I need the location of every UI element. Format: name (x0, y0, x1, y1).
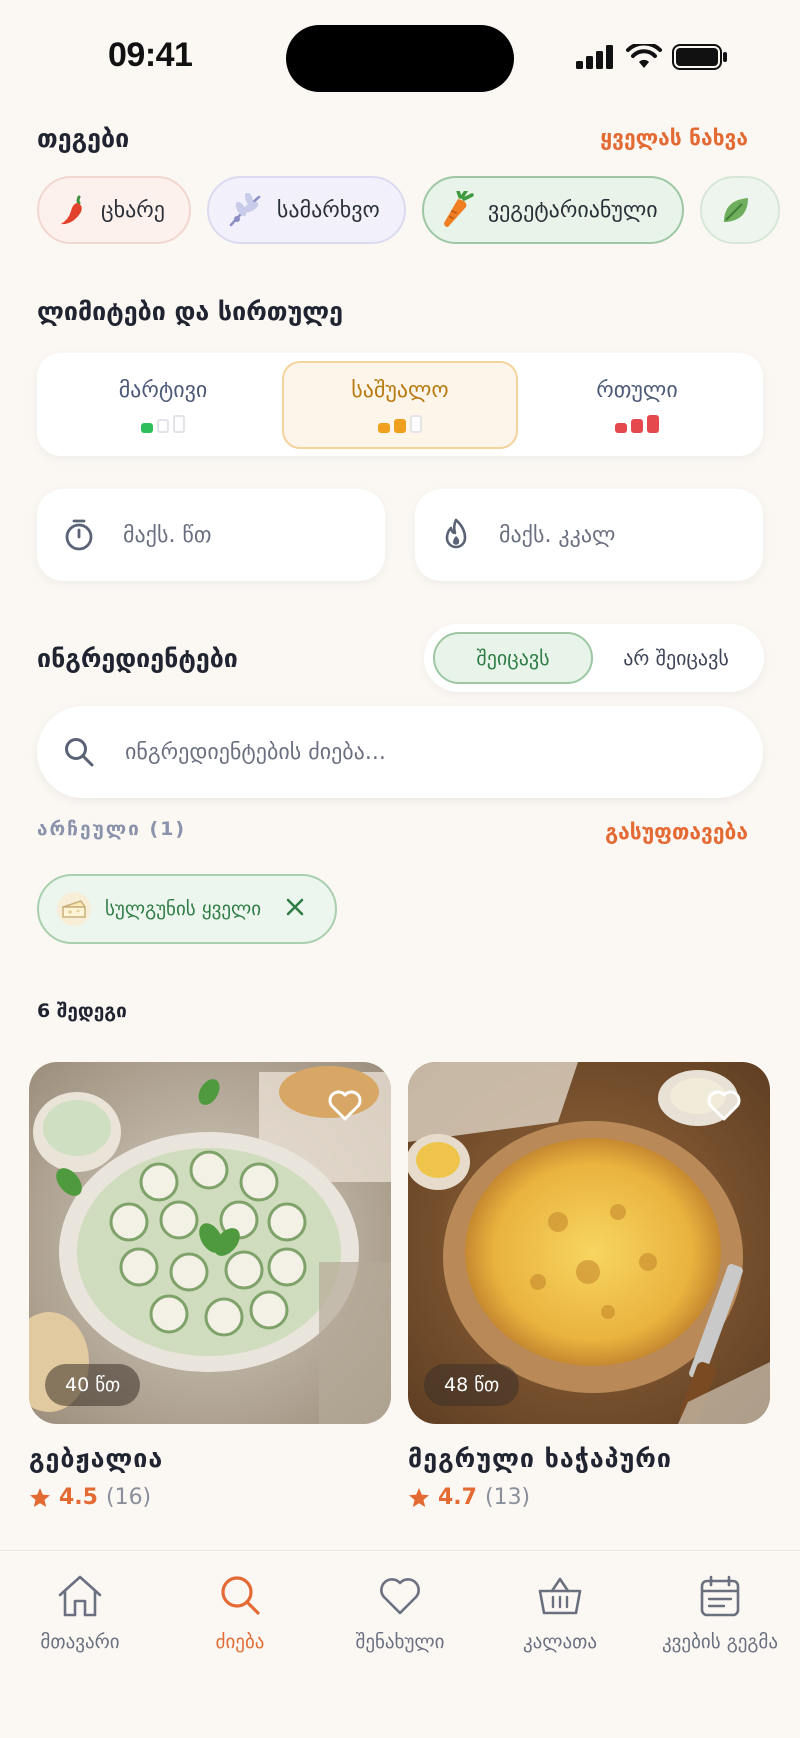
limits-header: ლიმიტები და სირთულე (37, 297, 343, 326)
recipe-image-gebzhalia: 40 წთ (29, 1062, 391, 1424)
star-icon (30, 1487, 50, 1507)
tags-header: თეგები (37, 124, 129, 153)
tag-vegetarian[interactable]: ვეგეტარიანული (421, 176, 684, 244)
nav-label: კალათა (522, 1631, 598, 1653)
olive-branch-icon (229, 193, 261, 227)
search-placeholder: ინგრედიენტების ძიება... (125, 739, 386, 765)
difficulty-medium[interactable]: საშუალო (282, 361, 518, 449)
cheese-icon (57, 892, 91, 926)
tag-label: ვეგეტარიანული (487, 197, 658, 223)
rating-value: 4.5 (59, 1485, 98, 1510)
difficulty-hard[interactable]: რთული (519, 361, 755, 449)
search-icon (65, 738, 94, 767)
leaf-icon (723, 198, 748, 222)
cook-time-badge: 40 წთ (45, 1364, 141, 1406)
rating-value: 4.7 (438, 1485, 477, 1510)
tag-spicy[interactable]: ცხარე (37, 176, 191, 244)
include-exclude-toggle: შეიცავს არ შეიცავს (424, 624, 764, 692)
rating-count: (16) (105, 1485, 152, 1510)
nav-search[interactable]: ძიება (160, 1573, 320, 1653)
max-kcal-field[interactable]: მაქს. კკალ (415, 489, 763, 581)
clear-link[interactable]: გასუფთავება (605, 820, 748, 844)
dynamic-island (286, 25, 514, 92)
selected-ingredient-chip[interactable]: სულგუნის ყველი (37, 874, 337, 944)
nav-label: კვების გეგმა (661, 1631, 779, 1653)
stopwatch-icon (65, 519, 93, 551)
difficulty-bars-medium (378, 413, 422, 433)
chip-label: სულგუნის ყველი (105, 898, 262, 920)
home-icon (58, 1575, 102, 1617)
basket-icon (538, 1577, 582, 1615)
tag-label: სამარხვო (276, 197, 380, 223)
difficulty-selector: მარტივი საშუალო რთული (37, 353, 763, 456)
difficulty-label: რთული (596, 377, 678, 403)
max-time-placeholder: მაქს. წთ (123, 522, 212, 548)
nav-home[interactable]: მთავარი (0, 1573, 160, 1653)
difficulty-easy[interactable]: მარტივი (45, 361, 281, 449)
calendar-icon (700, 1575, 740, 1617)
search-icon (221, 1576, 260, 1615)
recipe-card[interactable]: 40 წთ გებჟალია 4.5 (16) (29, 1062, 391, 1510)
status-bar: 09:41 (0, 0, 800, 100)
selected-count-label: არჩეული (1) (37, 818, 187, 840)
difficulty-bars-hard (615, 413, 659, 433)
battery-icon (672, 44, 727, 70)
wifi-icon (626, 44, 662, 68)
max-time-field[interactable]: მაქს. წთ (37, 489, 385, 581)
tag-lenten[interactable]: სამარხვო (206, 176, 406, 244)
tags-title: თეგები (37, 124, 130, 153)
bottom-nav: მთავარი ძიება შენახული კალათა კვების გეგ… (0, 1550, 800, 1738)
star-icon (409, 1487, 429, 1507)
tags-row: ცხარე სამარხვო ვეგეტარიანული (37, 176, 780, 244)
nav-label: შენახული (355, 1631, 445, 1653)
ingredients-title: ინგრედიენტები (37, 644, 238, 673)
recipe-rating: 4.5 (16) (29, 1485, 391, 1510)
remove-chip-icon[interactable] (285, 894, 305, 924)
toggle-include[interactable]: შეიცავს (433, 632, 593, 684)
max-kcal-placeholder: მაქს. კკალ (499, 522, 616, 548)
nav-meal-plan[interactable]: კვების გეგმა (640, 1573, 800, 1653)
status-icons (576, 44, 728, 70)
rating-count: (13) (484, 1485, 531, 1510)
nav-label: ძიება (215, 1631, 265, 1653)
limits-title: ლიმიტები და სირთულე (37, 297, 343, 326)
nav-saved[interactable]: შენახული (320, 1573, 480, 1653)
tag-label: ცხარე (101, 197, 165, 223)
nav-basket[interactable]: კალათა (480, 1573, 640, 1653)
difficulty-label: საშუალო (351, 377, 449, 403)
toggle-exclude[interactable]: არ შეიცავს (596, 632, 756, 684)
favorite-heart-icon[interactable] (327, 1090, 363, 1126)
recipe-rating: 4.7 (13) (408, 1485, 770, 1510)
cellular-signal-icon (576, 45, 613, 69)
heart-icon (380, 1578, 420, 1615)
recipe-name: გებჟალია (29, 1444, 164, 1473)
tag-leaf[interactable] (699, 176, 780, 244)
difficulty-bars-easy (141, 413, 185, 433)
results-count: 6 შედეგი (37, 1000, 127, 1022)
flame-icon (445, 518, 467, 549)
favorite-heart-icon[interactable] (706, 1090, 742, 1126)
see-all-link[interactable]: ყველას ნახვა (600, 126, 748, 150)
recipe-card[interactable]: 48 წთ მეგრული ხაჭაპური 4.7 (13) (408, 1062, 770, 1510)
cook-time-badge: 48 წთ (424, 1364, 520, 1406)
recipe-image-khachapuri: 48 წთ (408, 1062, 770, 1424)
status-time: 09:41 (108, 36, 193, 74)
recipe-name: მეგრული ხაჭაპური (408, 1444, 672, 1473)
ingredients-header: ინგრედიენტები (37, 644, 238, 673)
difficulty-label: მარტივი (118, 377, 208, 403)
nav-label: მთავარი (40, 1631, 120, 1653)
carrot-icon (443, 191, 474, 227)
chili-pepper-icon (61, 195, 82, 225)
ingredient-search-input[interactable]: ინგრედიენტების ძიება... (37, 706, 763, 798)
